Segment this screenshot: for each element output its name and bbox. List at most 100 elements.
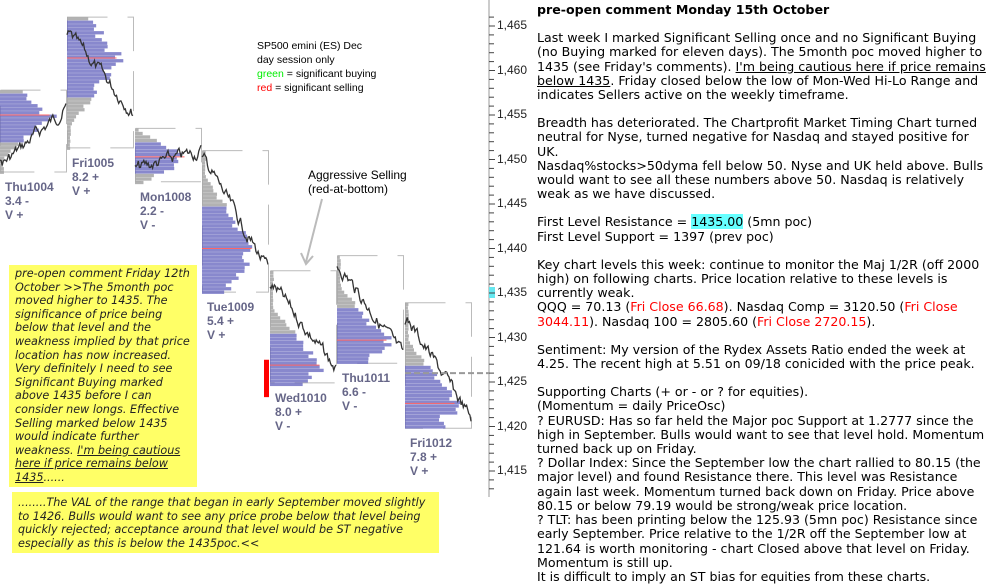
value-area-bar bbox=[405, 414, 440, 419]
profile-bar bbox=[405, 348, 414, 352]
profile-bar bbox=[202, 189, 214, 193]
value-area-bar bbox=[202, 241, 249, 245]
commentary-panel: pre-open comment Monday 15th October Las… bbox=[537, 2, 992, 584]
profile-bar bbox=[135, 128, 139, 132]
value-area-bar bbox=[67, 27, 94, 31]
value-area-bar bbox=[0, 132, 34, 136]
profile-bar bbox=[405, 306, 408, 310]
profile-bar bbox=[202, 171, 205, 175]
value-area-bar bbox=[202, 262, 250, 266]
value-area-bar bbox=[270, 344, 304, 348]
qqq-close: Fri Close 66.68 bbox=[630, 299, 724, 315]
y-tick-label: 1,445 bbox=[497, 196, 528, 210]
value-area-bar bbox=[337, 318, 370, 322]
y-tick-label: 1,455 bbox=[497, 107, 528, 121]
value-area-bar bbox=[0, 100, 32, 104]
profile-bar bbox=[0, 153, 9, 157]
value-area-bar bbox=[337, 322, 367, 326]
day-label: Tue1009 bbox=[207, 300, 255, 315]
value-area-bar bbox=[202, 213, 229, 217]
value-area-bar bbox=[202, 287, 232, 291]
value-area-bar bbox=[405, 386, 447, 391]
day-stat: 5.4 + bbox=[207, 314, 235, 329]
profile-bar bbox=[202, 196, 217, 200]
profile-bar bbox=[67, 104, 84, 108]
profile-bar bbox=[135, 131, 143, 136]
profile-bar bbox=[135, 180, 144, 185]
profile-bar bbox=[337, 304, 355, 308]
profile-bar bbox=[67, 125, 71, 129]
instrument-label-1: SP500 emini (ES) Dec bbox=[257, 40, 363, 52]
profile-bar bbox=[202, 203, 227, 207]
supporting-line: (Momentum = daily PriceOsc) bbox=[537, 398, 726, 414]
profile-bar bbox=[270, 312, 278, 317]
value-area-bar bbox=[405, 411, 458, 415]
commentary-nasdaq: Nasdaq%stocks>50dyma fell below 50. Nyse… bbox=[537, 157, 984, 202]
profile-bar bbox=[202, 157, 206, 161]
value-area-bar bbox=[67, 34, 96, 38]
value-area-bar bbox=[405, 383, 442, 387]
value-area-bar bbox=[202, 273, 237, 277]
value-area-bar bbox=[202, 224, 233, 228]
day-label: Wed1010 bbox=[275, 390, 327, 405]
day-vol: V + bbox=[72, 183, 91, 198]
first-level-support: First Level Support = 1397 (prev poc) bbox=[537, 228, 774, 244]
value-area-bar bbox=[0, 97, 27, 101]
profile-bar bbox=[405, 351, 417, 356]
profile-bar bbox=[405, 344, 414, 349]
value-area-bar bbox=[67, 66, 112, 70]
profile-bar bbox=[67, 146, 71, 150]
profile-bar bbox=[405, 341, 411, 345]
profile-bar bbox=[67, 115, 77, 119]
profile-bar bbox=[270, 295, 273, 299]
value-area-bar bbox=[0, 104, 38, 108]
day-vol: V - bbox=[275, 418, 291, 433]
profile-bar bbox=[405, 330, 408, 335]
day-label: Wed1010 8.0 + V - bbox=[275, 391, 327, 433]
value-area-bar bbox=[405, 418, 440, 422]
y-tick-label: 1,430 bbox=[497, 329, 528, 344]
resistance-value: 1435.00 bbox=[691, 214, 744, 230]
day-label: Fri1012 bbox=[410, 436, 453, 451]
y-tick-label: 1,420 bbox=[497, 418, 528, 433]
profile-bar bbox=[67, 143, 70, 147]
value-area-bar bbox=[202, 269, 245, 273]
value-area-bar bbox=[0, 139, 24, 143]
value-area-bar bbox=[337, 343, 392, 347]
value-area-bar bbox=[202, 259, 244, 263]
value-area-bar bbox=[67, 20, 94, 24]
day-label: Fri1012 7.8 + V + bbox=[410, 436, 452, 478]
value-area-bar bbox=[135, 142, 161, 146]
value-area-bar bbox=[67, 83, 95, 87]
day-label: Fri1005 bbox=[72, 155, 115, 170]
value-area-bar bbox=[202, 234, 248, 238]
value-area-bar bbox=[337, 329, 382, 333]
index-levels: QQQ = 70.13 (Fri Close 66.68). Nasdaq Co… bbox=[537, 299, 992, 329]
day-label: Mon1008 2.2 -V - bbox=[140, 190, 191, 232]
supporting-line: ? EURUSD: Has so far held the Major poc … bbox=[537, 412, 985, 457]
y-tick-label: 1,415 bbox=[497, 463, 528, 477]
y-tick-label: 1,435 bbox=[497, 285, 528, 299]
sentiment: Sentiment: My version of the Rydex Asset… bbox=[537, 341, 975, 372]
day-label: Thu1004 bbox=[5, 179, 54, 194]
friday-note-text: pre-open comment Friday 12th October >>T… bbox=[15, 267, 190, 457]
value-area-bar bbox=[270, 382, 303, 387]
profile-bar bbox=[0, 149, 11, 153]
value-area-bar bbox=[337, 346, 385, 350]
annotation-line-1: Aggressive Selling bbox=[308, 168, 407, 182]
chart-legend: SP500 emini (ES) Dec day session only gr… bbox=[257, 39, 376, 95]
day-label: Fri1005 8.2 + V + bbox=[72, 156, 114, 198]
profile-bar bbox=[270, 316, 281, 320]
value-area-bar bbox=[0, 121, 42, 125]
profile-bar bbox=[270, 274, 274, 278]
profile-bar bbox=[337, 276, 341, 280]
profile-bar bbox=[270, 270, 274, 275]
ndx-text: ). Nasdaq 100 = 2805.60 ( bbox=[589, 313, 758, 329]
profile-bar bbox=[337, 290, 345, 294]
profile-bar bbox=[405, 313, 409, 317]
supporting-line: Supporting Charts (+ or - or ? for equit… bbox=[537, 384, 809, 400]
profile-bar bbox=[270, 319, 286, 324]
profile-bar bbox=[135, 177, 152, 181]
value-area-bar bbox=[202, 231, 246, 235]
profile-bar bbox=[405, 362, 424, 366]
